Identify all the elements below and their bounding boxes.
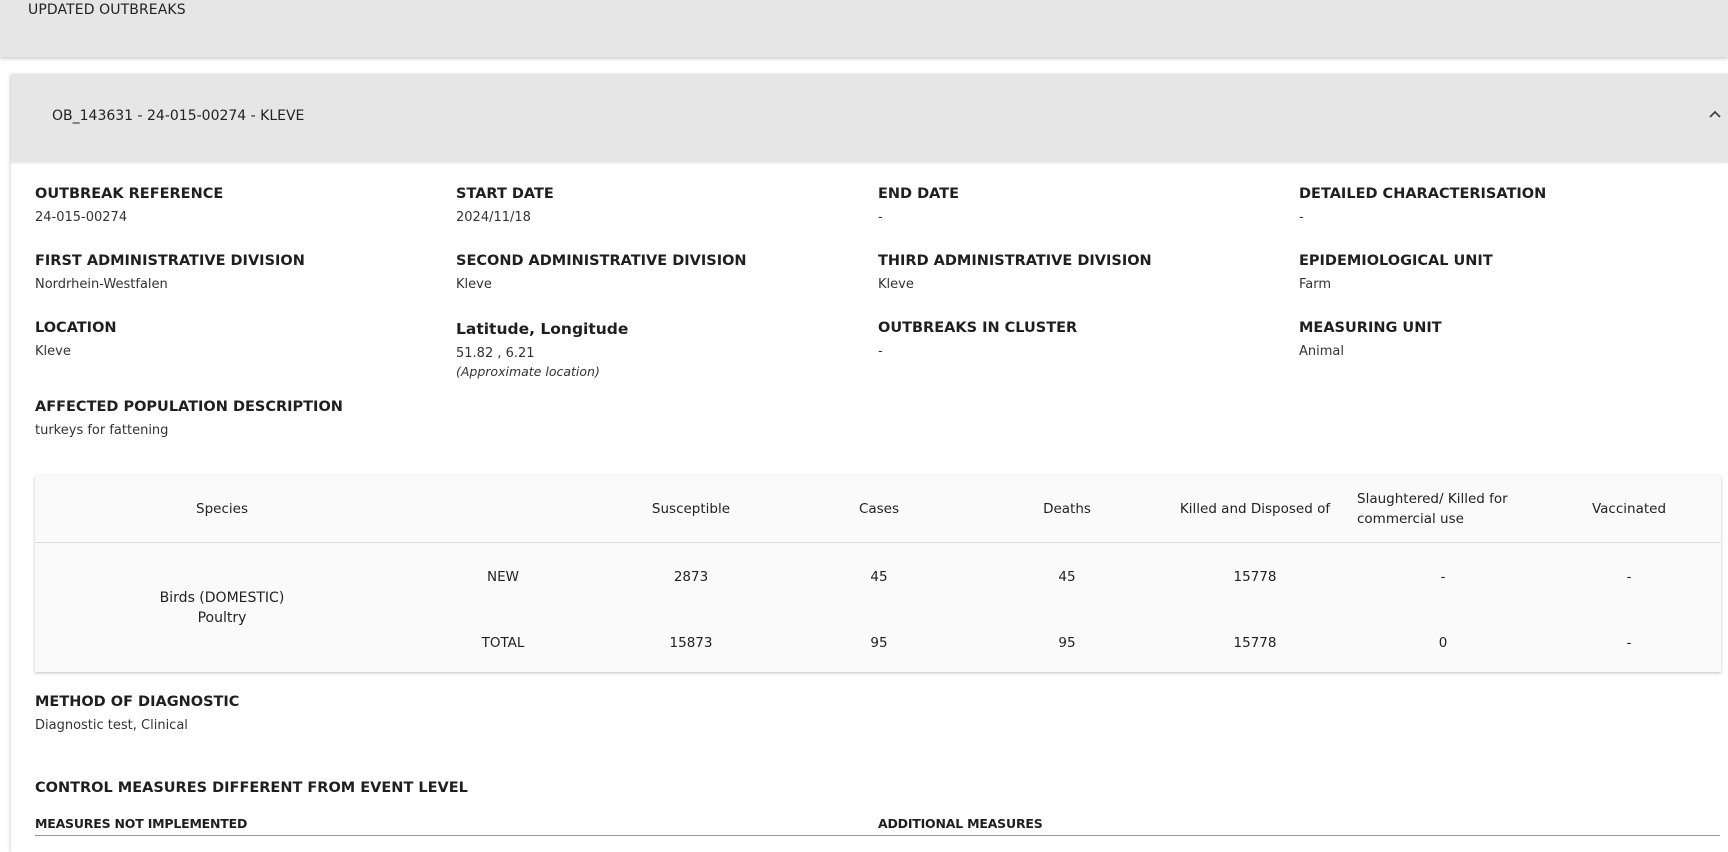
method-of-diagnostic: METHOD OF DIAGNOSTIC Diagnostic test, Cl…: [35, 694, 239, 733]
cell-killed: 15778: [1233, 569, 1277, 585]
field-value: Farm: [1299, 277, 1332, 292]
cell-susceptible: 2873: [673, 569, 709, 585]
field-lat-long: Latitude, Longitude 51.82 , 6.21 (Approx…: [456, 320, 866, 379]
field-value: 2024/11/18: [456, 210, 531, 225]
cell-slaughtered: 0: [1438, 635, 1448, 651]
outbreak-title: OB_143631 - 24-015-00274 - KLEVE: [52, 108, 305, 124]
section-title: UPDATED OUTBREAKS: [28, 2, 186, 18]
divider: [35, 835, 1720, 836]
field-value: 51.82 , 6.21: [456, 346, 535, 361]
field-value: Kleve: [878, 277, 914, 292]
field-label: DETAILED CHARACTERISATION: [1299, 186, 1547, 202]
cell-type: NEW: [487, 569, 519, 585]
header-slaughtered: Slaughtered/ Killed for commercial use: [1357, 491, 1508, 527]
header-type: [409, 476, 597, 542]
field-label: LOCATION: [35, 320, 117, 336]
field-epidemiological-unit: EPIDEMIOLOGICAL UNIT Farm: [1299, 253, 1709, 292]
cell-type: TOTAL: [481, 635, 525, 651]
field-end-date: END DATE -: [878, 186, 1288, 225]
field-value: -: [878, 210, 883, 225]
header-vaccinated: Vaccinated: [1591, 501, 1667, 517]
cell-cases: 95: [870, 635, 888, 651]
field-first-admin-division: FIRST ADMINISTRATIVE DIVISION Nordrhein-…: [35, 253, 445, 292]
field-label: SECOND ADMINISTRATIVE DIVISION: [456, 253, 747, 269]
field-label: FIRST ADMINISTRATIVE DIVISION: [35, 253, 305, 269]
species-name: Birds (DOMESTIC): [159, 590, 285, 606]
field-note: (Approximate location): [456, 364, 600, 379]
field-measuring-unit: MEASURING UNIT Animal: [1299, 320, 1709, 359]
measures-not-implemented-heading: MEASURES NOT IMPLEMENTED: [35, 816, 248, 831]
header-deaths: Deaths: [1043, 501, 1091, 517]
field-label: EPIDEMIOLOGICAL UNIT: [1299, 253, 1493, 269]
field-value: -: [1299, 210, 1304, 225]
table-header: Species Susceptible Cases Deaths Killed …: [35, 476, 1721, 543]
section-label: METHOD OF DIAGNOSTIC: [35, 694, 240, 710]
field-start-date: START DATE 2024/11/18: [456, 186, 866, 225]
header-cases: Cases: [858, 501, 900, 517]
field-value: Kleve: [456, 277, 492, 292]
field-label: START DATE: [456, 186, 554, 202]
header-killed: Killed and Disposed of: [1179, 501, 1331, 517]
field-label: Latitude, Longitude: [456, 320, 629, 338]
cell-vaccinated: -: [1626, 635, 1632, 651]
field-value: 24-015-00274: [35, 210, 128, 225]
control-measures: CONTROL MEASURES DIFFERENT FROM EVENT LE…: [35, 780, 468, 796]
field-value: -: [878, 344, 883, 359]
additional-measures-heading: ADDITIONAL MEASURES: [878, 816, 1043, 831]
field-value: Kleve: [35, 344, 71, 359]
cell-cases: 45: [870, 569, 888, 585]
cell-deaths: 95: [1058, 635, 1076, 651]
field-value: turkeys for fattening: [35, 423, 169, 438]
field-second-admin-division: SECOND ADMINISTRATIVE DIVISION Kleve: [456, 253, 866, 292]
field-label: AFFECTED POPULATION DESCRIPTION: [35, 399, 343, 415]
field-outbreak-reference: OUTBREAK REFERENCE 24-015-00274: [35, 186, 445, 225]
field-outbreaks-in-cluster: OUTBREAKS IN CLUSTER -: [878, 320, 1288, 359]
cell-vaccinated: -: [1626, 569, 1632, 585]
field-label: END DATE: [878, 186, 960, 202]
field-detailed-characterisation: DETAILED CHARACTERISATION -: [1299, 186, 1709, 225]
cell-slaughtered: -: [1440, 569, 1446, 585]
species-cell: Birds (DOMESTIC) Poultry: [35, 588, 409, 628]
header-susceptible: Susceptible: [651, 501, 731, 517]
top-bar: UPDATED OUTBREAKS: [0, 0, 1728, 57]
cell-killed: 15778: [1233, 635, 1277, 651]
cell-susceptible: 15873: [669, 635, 713, 651]
outbreak-panel-header[interactable]: OB_143631 - 24-015-00274 - KLEVE: [11, 74, 1728, 162]
section-label: CONTROL MEASURES DIFFERENT FROM EVENT LE…: [35, 780, 468, 796]
cell-deaths: 45: [1058, 569, 1076, 585]
section-value: Diagnostic test, Clinical: [35, 718, 188, 733]
species-category: Poultry: [197, 610, 247, 626]
field-value: Nordrhein-Westfalen: [35, 277, 168, 292]
field-label: THIRD ADMINISTRATIVE DIVISION: [878, 253, 1152, 269]
field-label: MEASURING UNIT: [1299, 320, 1442, 336]
field-value: Animal: [1299, 344, 1344, 359]
field-affected-population: AFFECTED POPULATION DESCRIPTION turkeys …: [35, 399, 445, 438]
field-location: LOCATION Kleve: [35, 320, 445, 359]
field-label: OUTBREAK REFERENCE: [35, 186, 224, 202]
header-species: Species: [196, 501, 248, 517]
field-third-admin-division: THIRD ADMINISTRATIVE DIVISION Kleve: [878, 253, 1288, 292]
field-label: OUTBREAKS IN CLUSTER: [878, 320, 1078, 336]
population-table: Species Susceptible Cases Deaths Killed …: [35, 476, 1721, 672]
chevron-up-icon[interactable]: [1705, 104, 1725, 124]
